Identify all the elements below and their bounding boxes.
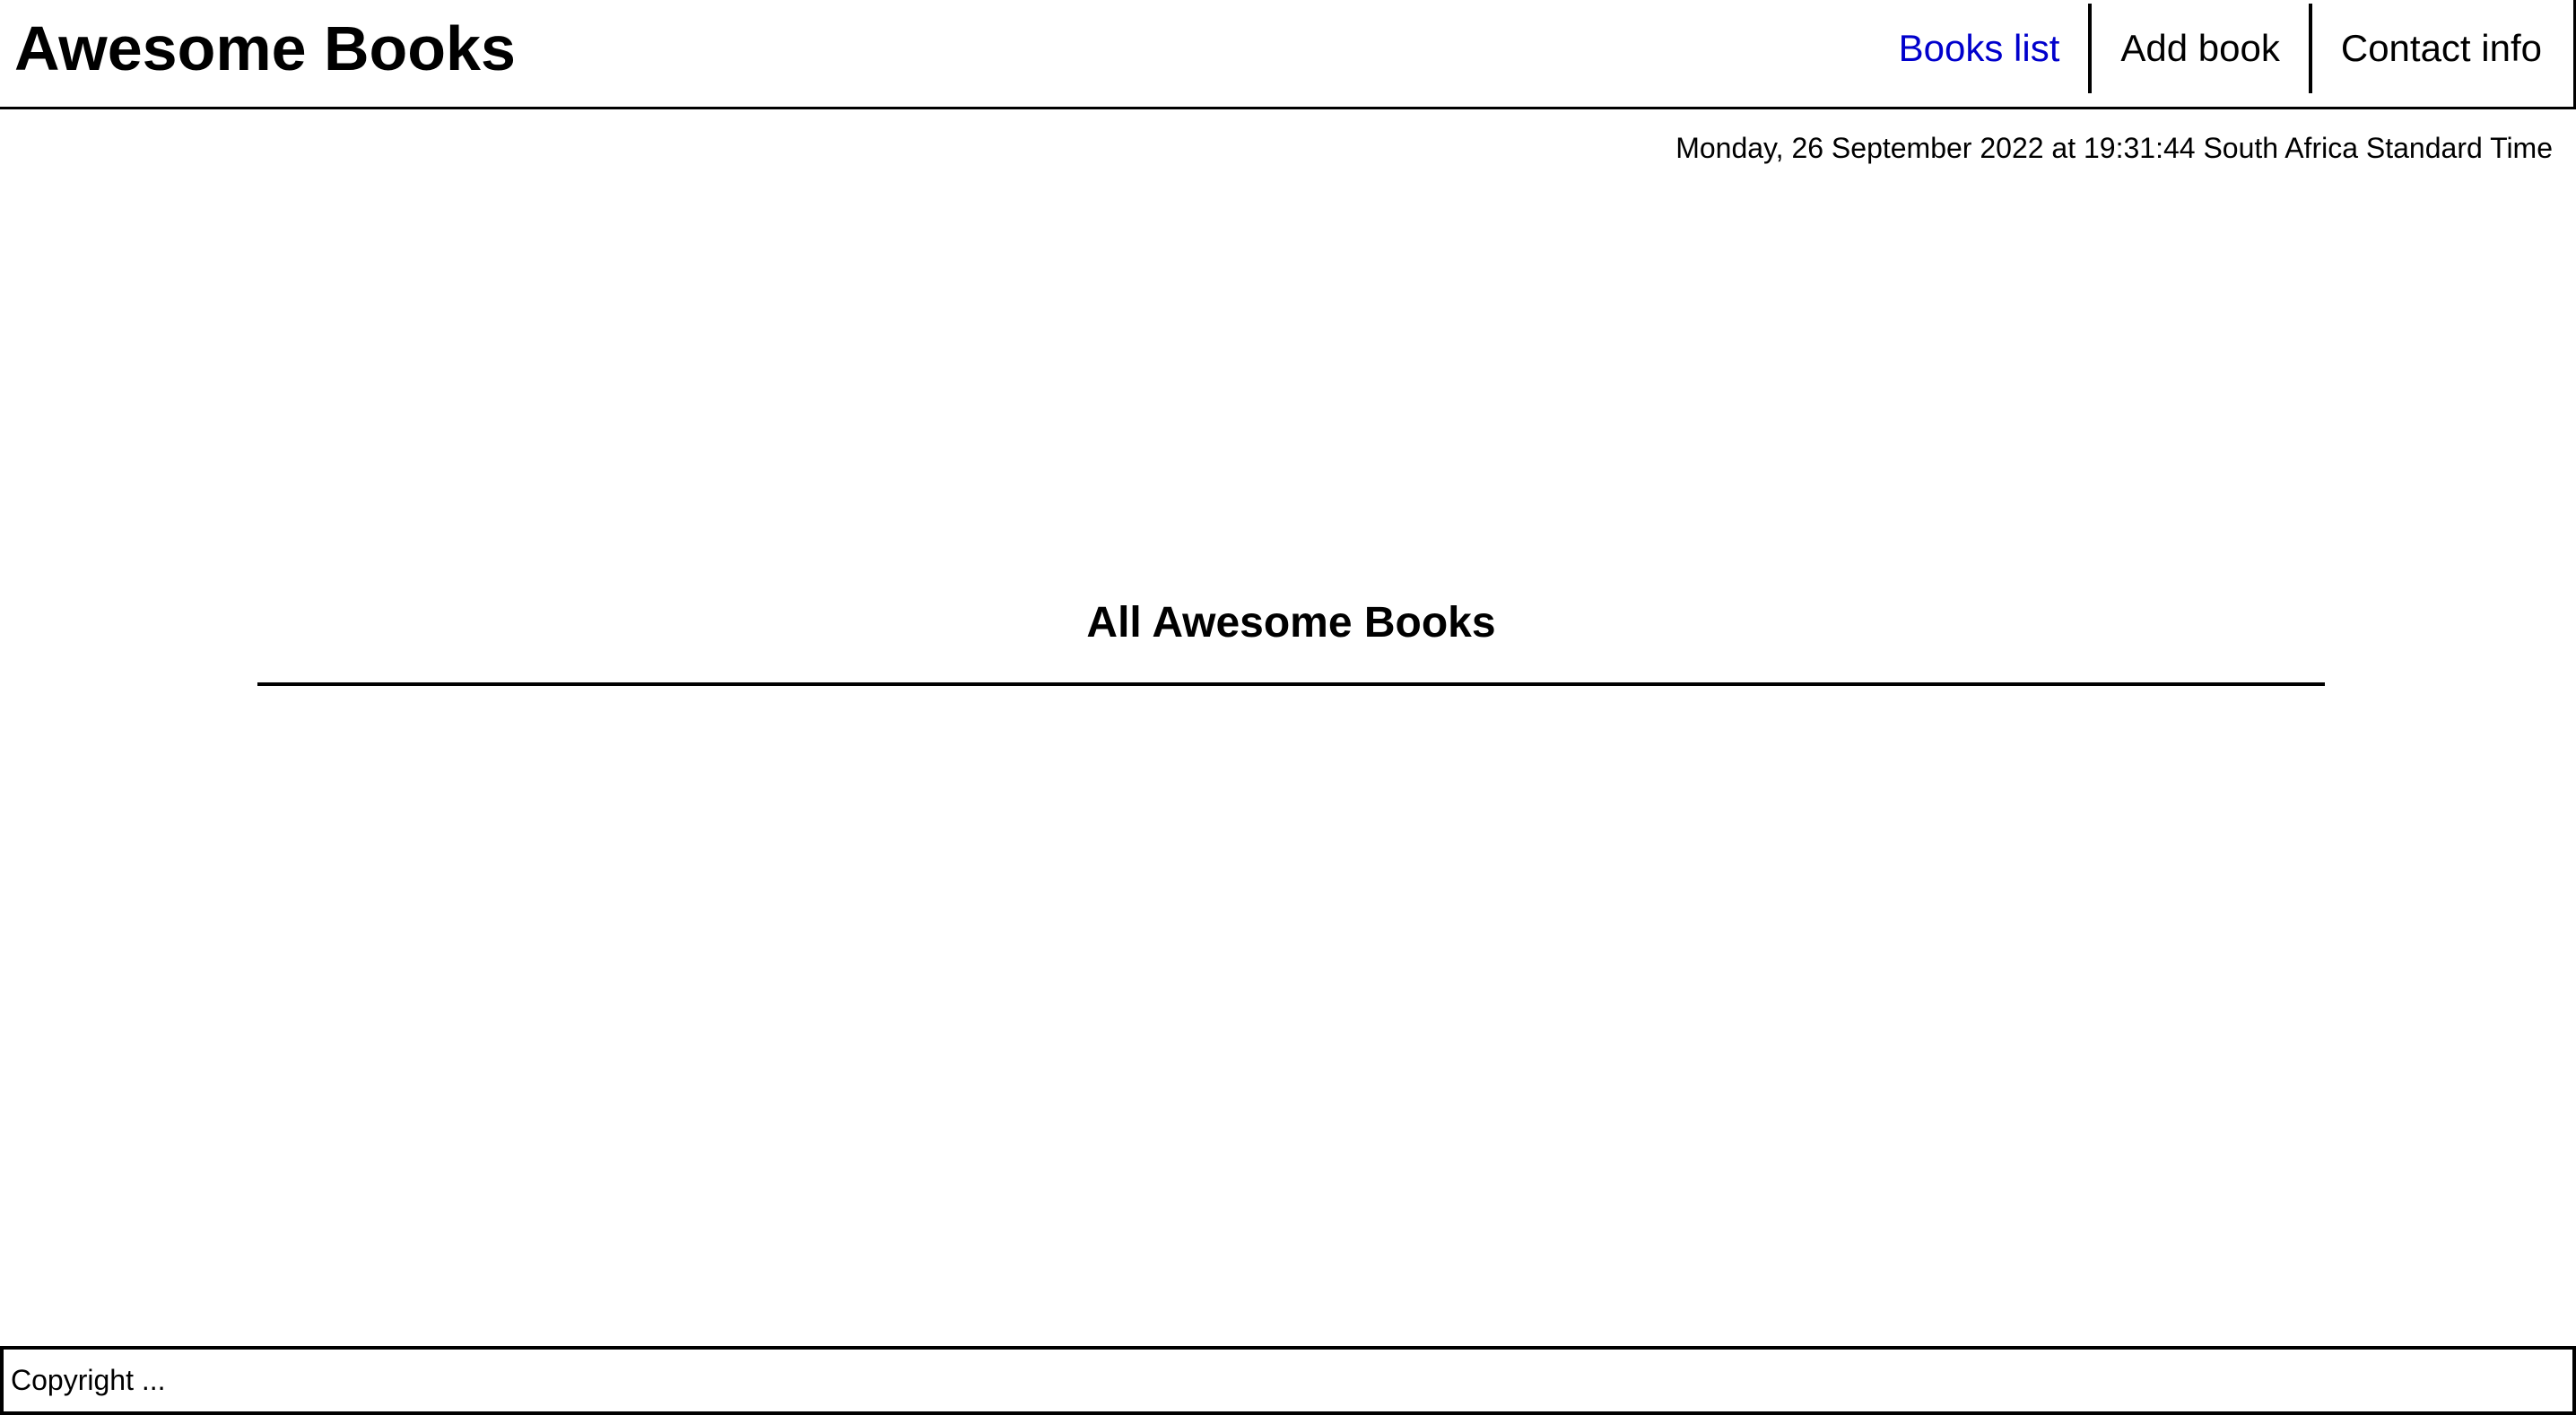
nav-link-books-list[interactable]: Books list [1870, 4, 2089, 93]
navbar: Awesome Books Books list Add book Contac… [0, 0, 2576, 109]
nav-menu: Books list Add book Contact info [1870, 4, 2571, 93]
current-datetime: Monday, 26 September 2022 at 19:31:44 So… [1675, 132, 2553, 164]
footer: Copyright ... [0, 1346, 2576, 1415]
brand-title: Awesome Books [14, 13, 516, 83]
nav-link-add-book[interactable]: Add book [2088, 4, 2308, 93]
section-title: All Awesome Books [1086, 599, 1496, 647]
copyright-text: Copyright ... [11, 1364, 166, 1396]
section-divider [257, 682, 2325, 686]
nav-link-contact-info[interactable]: Contact info [2308, 4, 2571, 93]
books-list-section: All Awesome Books [257, 592, 2325, 686]
